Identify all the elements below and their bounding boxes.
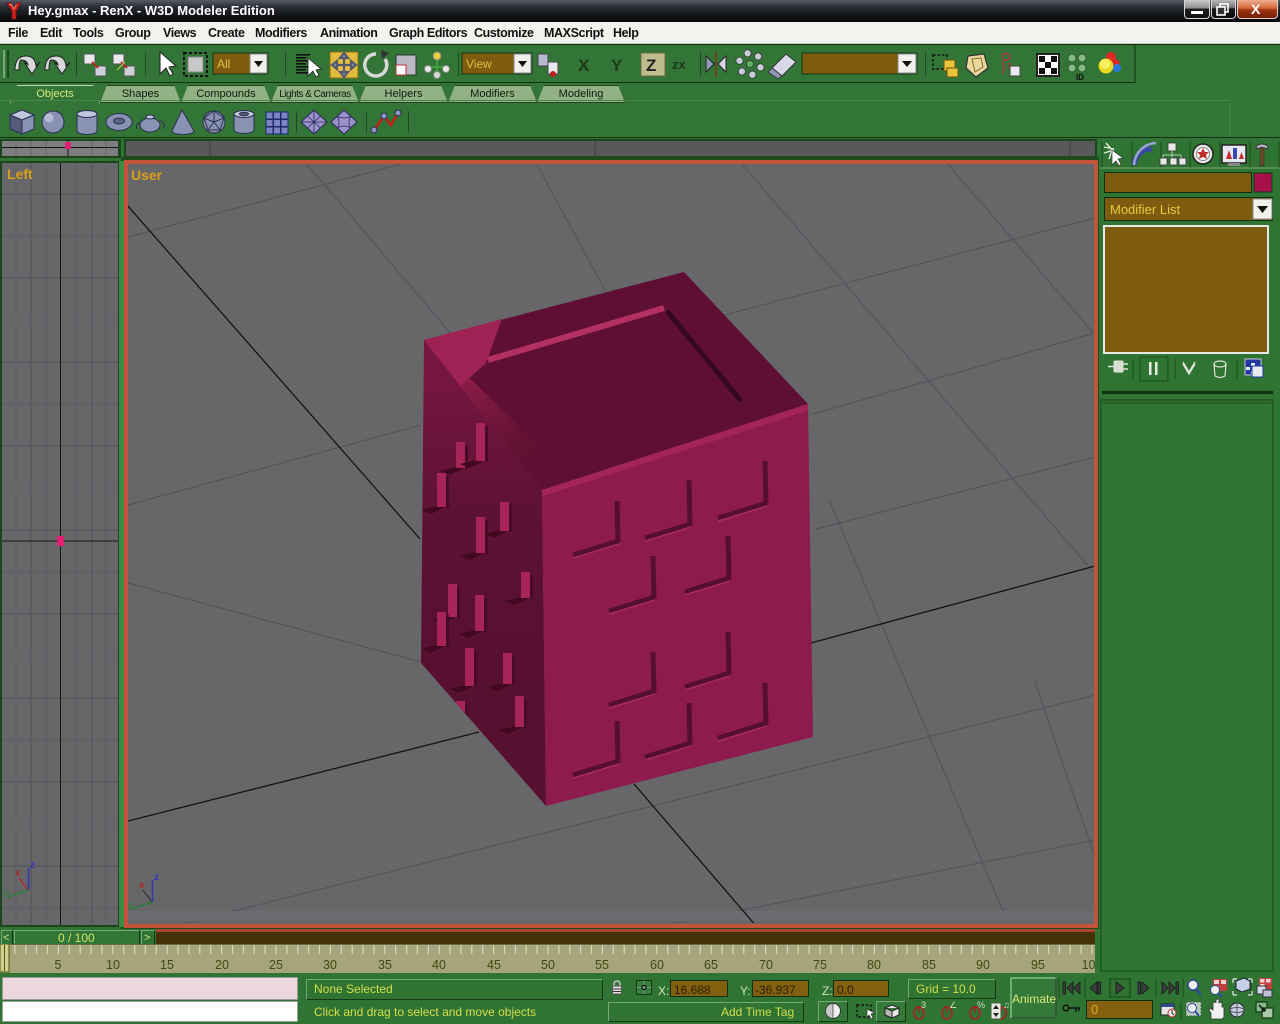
svg-text:90: 90 xyxy=(976,958,990,972)
svg-text:45: 45 xyxy=(487,958,501,972)
svg-text:ID: ID xyxy=(1076,73,1084,82)
svg-text:95: 95 xyxy=(1031,958,1045,972)
svg-text:Y: Y xyxy=(611,56,623,75)
svg-text:55: 55 xyxy=(595,958,609,972)
svg-text:40: 40 xyxy=(432,958,446,972)
svg-text:10: 10 xyxy=(106,958,120,972)
svg-text:100: 100 xyxy=(1082,958,1095,972)
svg-text:z: z xyxy=(30,860,35,871)
svg-text:70: 70 xyxy=(759,958,773,972)
svg-text:y: y xyxy=(4,888,10,899)
svg-text:60: 60 xyxy=(650,958,664,972)
svg-text:Z: Z xyxy=(646,56,656,75)
svg-text:User: User xyxy=(131,167,163,183)
svg-text:X: X xyxy=(578,56,590,75)
svg-text:5: 5 xyxy=(55,958,62,972)
svg-text:Left: Left xyxy=(7,166,33,182)
svg-text:85: 85 xyxy=(922,958,936,972)
svg-text:z: z xyxy=(154,872,159,883)
svg-text:0: 0 xyxy=(1091,1002,1098,1017)
svg-text:15: 15 xyxy=(160,958,174,972)
svg-text:35: 35 xyxy=(378,958,392,972)
svg-text:All: All xyxy=(217,57,230,71)
svg-text:x: x xyxy=(15,868,21,879)
svg-text:x: x xyxy=(139,880,145,891)
svg-text:Modifier List: Modifier List xyxy=(1110,202,1180,217)
svg-text:zx: zx xyxy=(672,57,687,72)
svg-text:View: View xyxy=(466,57,492,71)
svg-text:25: 25 xyxy=(269,958,283,972)
svg-text:50: 50 xyxy=(541,958,555,972)
svg-text:20: 20 xyxy=(215,958,229,972)
svg-text:65: 65 xyxy=(704,958,718,972)
svg-text:30: 30 xyxy=(323,958,337,972)
svg-text:75: 75 xyxy=(813,958,827,972)
svg-text:80: 80 xyxy=(867,958,881,972)
